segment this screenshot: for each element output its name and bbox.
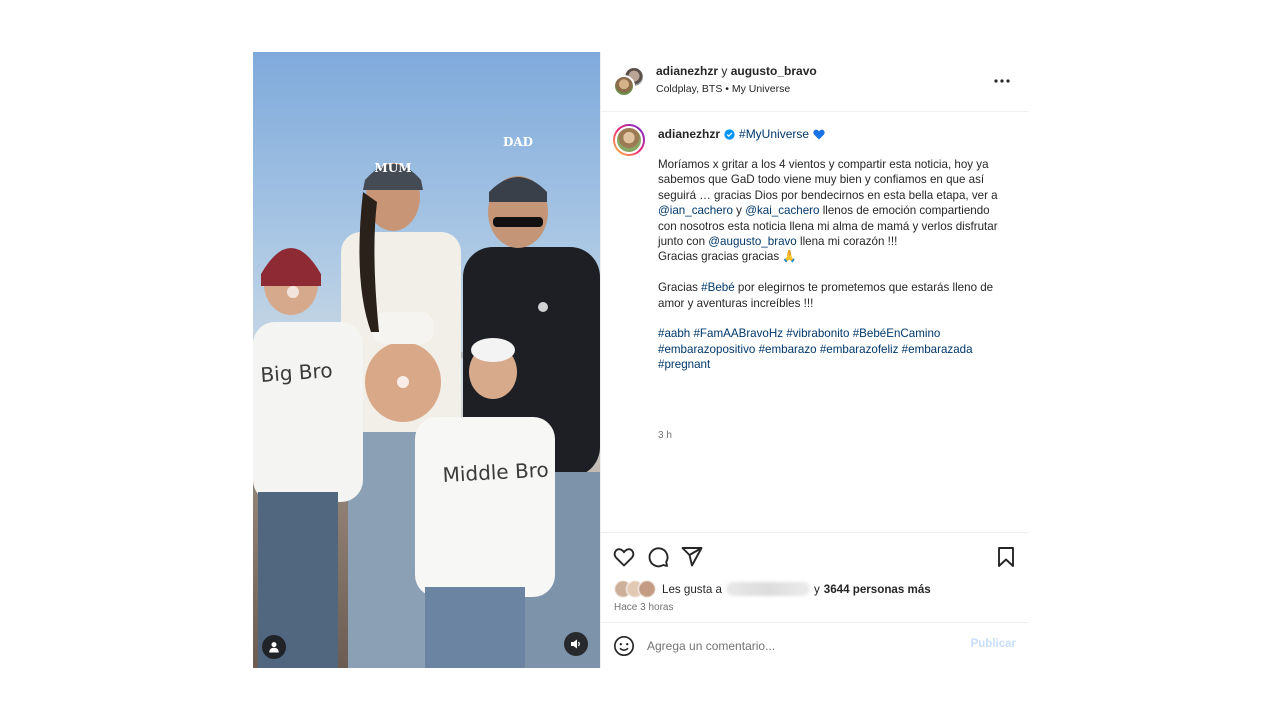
mention-link[interactable]: @kai_cachero [745,204,819,217]
sound-icon [571,639,580,649]
dad-cap-text: DAD [503,135,533,149]
caption-text: Moríamos x gritar a los 4 vientos y comp… [658,157,1010,388]
instagram-post: MUM DAD Big Bro Middle Bro adianezhzr y … [253,52,1028,668]
hashtag-link[interactable]: #aabh [658,327,690,340]
family-photo-illustration: MUM DAD Big Bro Middle Bro [253,135,600,668]
username-link[interactable]: adianezhzr [656,64,718,78]
caption-timestamp: 3 h [658,430,672,441]
comment-input[interactable] [647,635,947,657]
post-date: Hace 3 horas [614,602,674,613]
emoji-icon[interactable] [613,635,635,657]
sound-toggle-button[interactable] [564,632,588,656]
user-tag-button[interactable] [262,635,286,659]
hashtag-link[interactable]: #FamAABravoHz [693,327,783,340]
post-photo[interactable]: MUM DAD Big Bro Middle Bro [253,52,600,668]
caption-text-segment: y [732,204,746,218]
conjunction-text: y [721,64,728,78]
big-bro-shirt-text: Big Bro [260,358,334,387]
caption-text-segment: Moríamos x gritar a los 4 vientos y comp… [658,158,998,202]
liker-avatars [614,580,658,598]
likes-count-link[interactable]: 3644 personas más [824,583,931,596]
avatar[interactable] [613,124,645,156]
likes-summary: Les gusta a y 3644 personas más [614,580,931,598]
avatar [613,75,635,97]
verified-icon [724,128,735,140]
caption-username[interactable]: adianezhzr [658,127,720,141]
caption-text-segment: Gracias gracias gracias 🙏 [658,250,797,264]
publish-button[interactable]: Publicar [971,638,1016,650]
save-icon[interactable] [994,545,1018,569]
caption-hashtag-link[interactable]: #MyUniverse [739,127,809,141]
hashtag-link[interactable]: #vibrabonito [786,327,849,340]
caption-text-segment: llena mi corazón !!! [796,235,898,249]
comment-bar: Publicar [601,622,1028,668]
likes-prefix: Les gusta a [662,582,722,596]
user-tag-icon [269,642,279,653]
hashtag-link[interactable]: #embarazo [759,343,817,356]
hashtag-link[interactable]: #BebéEnCamino [853,327,941,340]
username-link[interactable]: augusto_bravo [731,64,817,78]
hashtag-link[interactable]: #embarazada [902,343,973,356]
hashtag-link[interactable]: #embarazofeliz [820,343,899,356]
hashtag-list: #aabh #FamAABravoHz #vibrabonito #BebéEn… [658,326,1010,372]
hashtag-link[interactable]: #embarazopositivo [658,343,755,356]
mom-cap-text: MUM [374,161,411,175]
post-side-panel: adianezhzr y augusto_bravo Coldplay, BTS… [600,52,1028,668]
like-icon[interactable] [612,545,636,569]
action-bar: Les gusta a y 3644 personas más Hace 3 h… [601,532,1028,622]
music-info-link[interactable]: Coldplay, BTS • My Universe [656,83,790,95]
blurred-username [725,582,810,596]
caption-header: adianezhzr #MyUniverse [658,127,825,141]
likes-conjunction: y [813,582,820,596]
more-options-icon [994,79,1010,83]
collab-usernames: adianezhzr y augusto_bravo [656,64,817,78]
share-icon[interactable] [680,545,704,569]
collab-avatars[interactable] [613,66,645,98]
hashtag-link[interactable]: #Bebé [701,281,735,294]
hashtag-link[interactable]: #pregnant [658,358,710,371]
post-header: adianezhzr y augusto_bravo Coldplay, BTS… [601,52,1028,112]
more-options-button[interactable] [990,69,1014,93]
mention-link[interactable]: @ian_cachero [658,204,733,217]
caption-area: adianezhzr #MyUniverse Moríamos x gritar… [601,112,1028,532]
blue-heart-icon [813,129,825,139]
caption-text-segment: Gracias [658,281,702,295]
mention-link[interactable]: @augusto_bravo [708,235,796,248]
comment-icon[interactable] [646,545,670,569]
